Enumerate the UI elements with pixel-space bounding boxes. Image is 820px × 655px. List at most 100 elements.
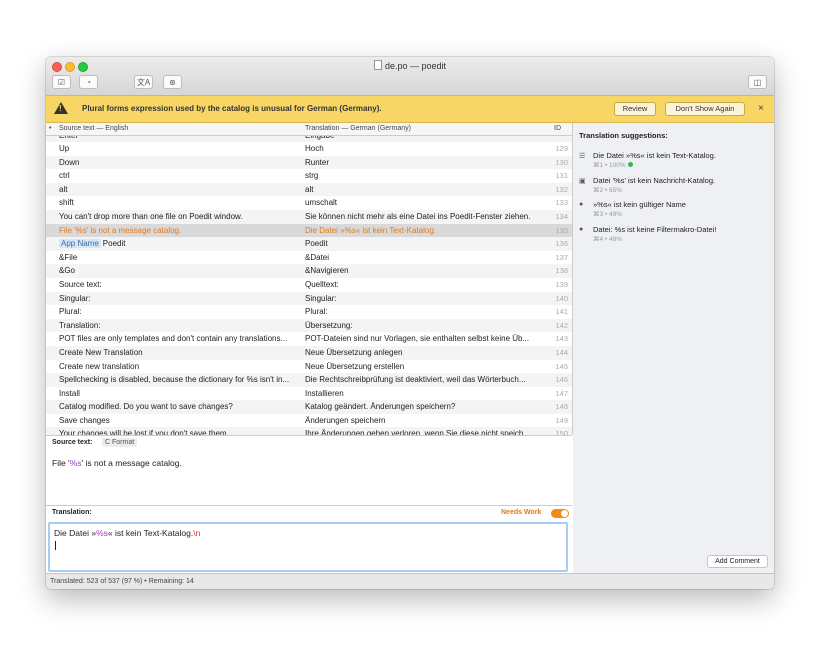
translation-list: • Source text — English Translation — Ge…: [46, 123, 573, 435]
close-warning-icon[interactable]: ×: [758, 103, 764, 114]
translation-cell: Die Datei »%s« ist kein Text-Katalog.: [305, 225, 437, 235]
history-button[interactable]: ◔: [79, 75, 98, 89]
table-row[interactable]: &Go &Navigieren 138: [46, 264, 572, 278]
needs-work-toggle[interactable]: [551, 509, 569, 518]
translation-cell: Ihre Änderungen gehen verloren, wenn Sie…: [305, 429, 531, 435]
source-cell: Up: [59, 142, 299, 156]
add-comment-button[interactable]: Add Comment: [707, 555, 768, 568]
suggestion-meta: ⌘2 • 65%: [593, 186, 622, 194]
translation-text-part: « ist kein Text-Katalog.: [107, 528, 194, 538]
translation-editor[interactable]: Die Datei »%s« ist kein Text-Katalog.\n: [48, 522, 568, 572]
header-source[interactable]: Source text — English: [59, 125, 128, 132]
table-row[interactable]: Plural: Plural: 141: [46, 305, 572, 319]
table-row[interactable]: Spellchecking is disabled, because the d…: [46, 373, 572, 387]
table-row[interactable]: Save changes Änderungen speichern 149: [46, 414, 572, 428]
source-cell-text: Catalog modified. Do you want to save ch…: [59, 402, 233, 412]
id-cell: 138: [555, 266, 568, 276]
id-cell: 141: [555, 307, 568, 317]
source-cell: You can't drop more than one file on Poe…: [59, 210, 299, 224]
format-specifier: %s: [96, 528, 108, 538]
table-row[interactable]: App Name Poedit Poedit 136: [46, 237, 572, 251]
header-id[interactable]: ID: [554, 125, 561, 132]
table-row[interactable]: &File &Datei 137: [46, 251, 572, 265]
source-cell-text: &Go: [59, 266, 76, 276]
suggestion-text: Datei '%s' ist kein Nachricht-Katalog.: [593, 175, 716, 185]
validate-button[interactable]: ☑: [52, 75, 71, 89]
list-rows: EnterEingabeUpHoch129DownRunter130ctrlst…: [46, 136, 572, 435]
id-cell: 147: [555, 388, 568, 398]
dont-show-again-button[interactable]: Don't Show Again: [665, 102, 745, 116]
id-cell: 135: [555, 225, 568, 235]
sidebar-icon: ◫: [753, 78, 762, 87]
suggestion-shortcut-score: ⌘4 • 48%: [593, 235, 623, 243]
source-panel: Source text: C Format File '%s' is not a…: [46, 435, 572, 506]
translation-label: Translation:: [52, 509, 92, 516]
id-cell: 149: [555, 415, 568, 425]
table-row[interactable]: Create new translation Neue Übersetzung e…: [46, 360, 572, 374]
id-cell: 145: [555, 361, 568, 371]
sync-button[interactable]: ⊛: [163, 75, 182, 89]
table-row[interactable]: Install Installieren 147: [46, 387, 572, 401]
table-row[interactable]: Down Runter 130: [46, 155, 572, 170]
escape-sequence: \n: [193, 528, 201, 538]
translate-button[interactable]: 文A: [134, 75, 153, 89]
table-row[interactable]: ctrl strg 131: [46, 169, 572, 183]
translation-text[interactable]: Die Datei »%s« ist kein Text-Katalog.\n: [54, 528, 200, 538]
source-cell: App Name Poedit: [59, 237, 299, 251]
table-row[interactable]: File '%s' is not a message catalog. Die D…: [46, 223, 572, 238]
translation-cell: Hoch: [305, 144, 324, 153]
source-cell: ctrl: [59, 169, 299, 183]
translation-cell: Übersetzung:: [305, 320, 353, 330]
user-icon: ●: [579, 225, 584, 233]
translation-cell: Runter: [305, 157, 330, 167]
source-cell-text: You can't drop more than one file on Poe…: [59, 211, 243, 221]
source-cell-text: ctrl: [59, 171, 70, 181]
list-header: • Source text — English Translation — Ge…: [46, 123, 572, 136]
source-cell-text: alt: [59, 184, 68, 194]
suggestion-meta: ⌘3 • 49%: [593, 210, 622, 218]
table-row[interactable]: shift umschalt 133: [46, 196, 572, 210]
warning-message: Plural forms expression used by the cata…: [82, 104, 382, 113]
translation-cell: umschalt: [305, 198, 338, 208]
source-cell: Source text:: [59, 278, 299, 292]
suggestion-meta: ⌘1 • 100%: [593, 161, 633, 169]
titlebar: de.po — poedit ☑ ◔ 文A ⊛ ◫: [46, 57, 774, 96]
id-cell: 132: [555, 184, 568, 194]
context-tag: App Name: [59, 239, 101, 249]
warning-icon: !: [54, 102, 68, 114]
review-button[interactable]: Review: [614, 102, 656, 116]
source-cell-text: POT files are only templates and don't c…: [59, 334, 288, 344]
text-caret: [55, 541, 56, 550]
table-row[interactable]: alt alt 132: [46, 182, 572, 197]
translation-cell: Installieren: [305, 388, 344, 398]
source-cell-text: File '%s' is not a message catalog.: [59, 225, 182, 235]
sidebar-toggle-button[interactable]: ◫: [748, 75, 767, 89]
source-text-part: File ': [52, 458, 70, 468]
table-row[interactable]: Up Hoch 129: [46, 142, 572, 156]
suggestion-text: Die Datei »%s« ist kein Text-Katalog.: [593, 151, 716, 160]
source-cell: Spellchecking is disabled, because the d…: [59, 373, 299, 387]
source-cell-text: Up: [59, 144, 70, 153]
source-cell-text: Poedit: [102, 239, 126, 249]
source-cell: Plural:: [59, 305, 299, 319]
sort-indicator-icon[interactable]: •: [49, 125, 51, 132]
table-row[interactable]: You can't drop more than one file on Poe…: [46, 209, 572, 224]
translation-cell: Sie können nicht mehr als eine Datei ins…: [305, 211, 531, 221]
table-row[interactable]: Singular: Singular: 140: [46, 291, 572, 306]
suggestion-shortcut-score: ⌘1 • 100%: [593, 162, 626, 169]
source-cell-text: Save changes: [59, 415, 110, 425]
table-row[interactable]: Translation: Übersetzung: 142: [46, 318, 572, 333]
source-cell: Down: [59, 156, 299, 170]
table-row[interactable]: Source text: Quelltext: 139: [46, 278, 572, 292]
table-row[interactable]: Your changes will be lost if you don't s…: [46, 427, 572, 435]
source-cell: Translation:: [59, 319, 299, 333]
window-title: de.po — poedit: [46, 60, 774, 71]
table-row[interactable]: POT files are only templates and don't c…: [46, 332, 572, 346]
translation-cell: alt: [305, 184, 314, 194]
source-cell: &Go: [59, 264, 299, 278]
table-row[interactable]: Catalog modified. Do you want to save ch…: [46, 400, 572, 414]
window-title-text: de.po — poedit: [384, 61, 447, 71]
source-cell: Create New Translation: [59, 346, 299, 360]
table-row[interactable]: Create New Translation Neue Übersetzung a…: [46, 345, 572, 360]
header-translation[interactable]: Translation — German (Germany): [305, 125, 411, 132]
